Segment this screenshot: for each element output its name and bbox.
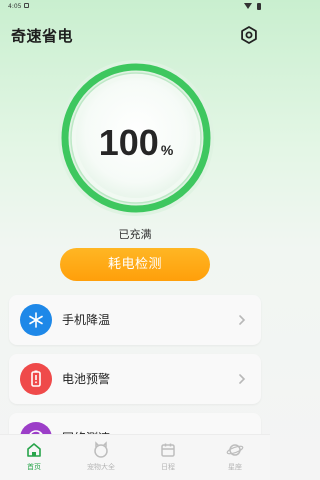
gear-icon (241, 26, 257, 44)
menu-item-label: 电池预警 (62, 372, 111, 386)
notification-icon (24, 3, 29, 8)
settings-button[interactable] (238, 24, 260, 46)
power-consumption-check-button[interactable]: 耗电检测 (60, 248, 210, 281)
battery-percent-unit: % (160, 142, 174, 158)
status-bar: 4:05 (0, 0, 270, 14)
menu-item-label: 手机降温 (62, 313, 111, 327)
tab-label: 日程 (161, 463, 175, 471)
menu-item-phone-cooling[interactable]: 手机降温 (9, 295, 261, 345)
tab-pets[interactable]: 宠物大全 (74, 441, 128, 472)
tab-label: 宠物大全 (87, 463, 115, 471)
battery-gauge: 100% (56, 58, 216, 218)
wifi-icon (244, 3, 252, 9)
calendar-icon (161, 443, 175, 457)
battery-alert-icon (20, 363, 52, 395)
pet-icon (94, 441, 108, 458)
bottom-tab-bar: 首页 宠物大全 日程 星座 (0, 434, 270, 480)
tab-label: 首页 (27, 463, 41, 471)
tab-home[interactable]: 首页 (7, 441, 61, 472)
chevron-right-icon (239, 315, 246, 325)
app-title: 奇速省电 (11, 27, 74, 45)
status-time: 4:05 (8, 3, 22, 10)
planet-icon (226, 444, 244, 456)
snowflake-icon (20, 304, 52, 336)
tab-schedule[interactable]: 日程 (141, 441, 195, 472)
home-icon (27, 443, 41, 457)
battery-percent-value: 100 (98, 122, 159, 163)
chevron-right-icon (239, 374, 246, 384)
tab-horoscope[interactable]: 星座 (208, 441, 262, 472)
charge-status: 已充满 (118, 228, 152, 241)
tab-label: 星座 (228, 463, 242, 471)
battery-icon (257, 3, 261, 10)
menu-item-battery-alert[interactable]: 电池预警 (9, 354, 261, 404)
